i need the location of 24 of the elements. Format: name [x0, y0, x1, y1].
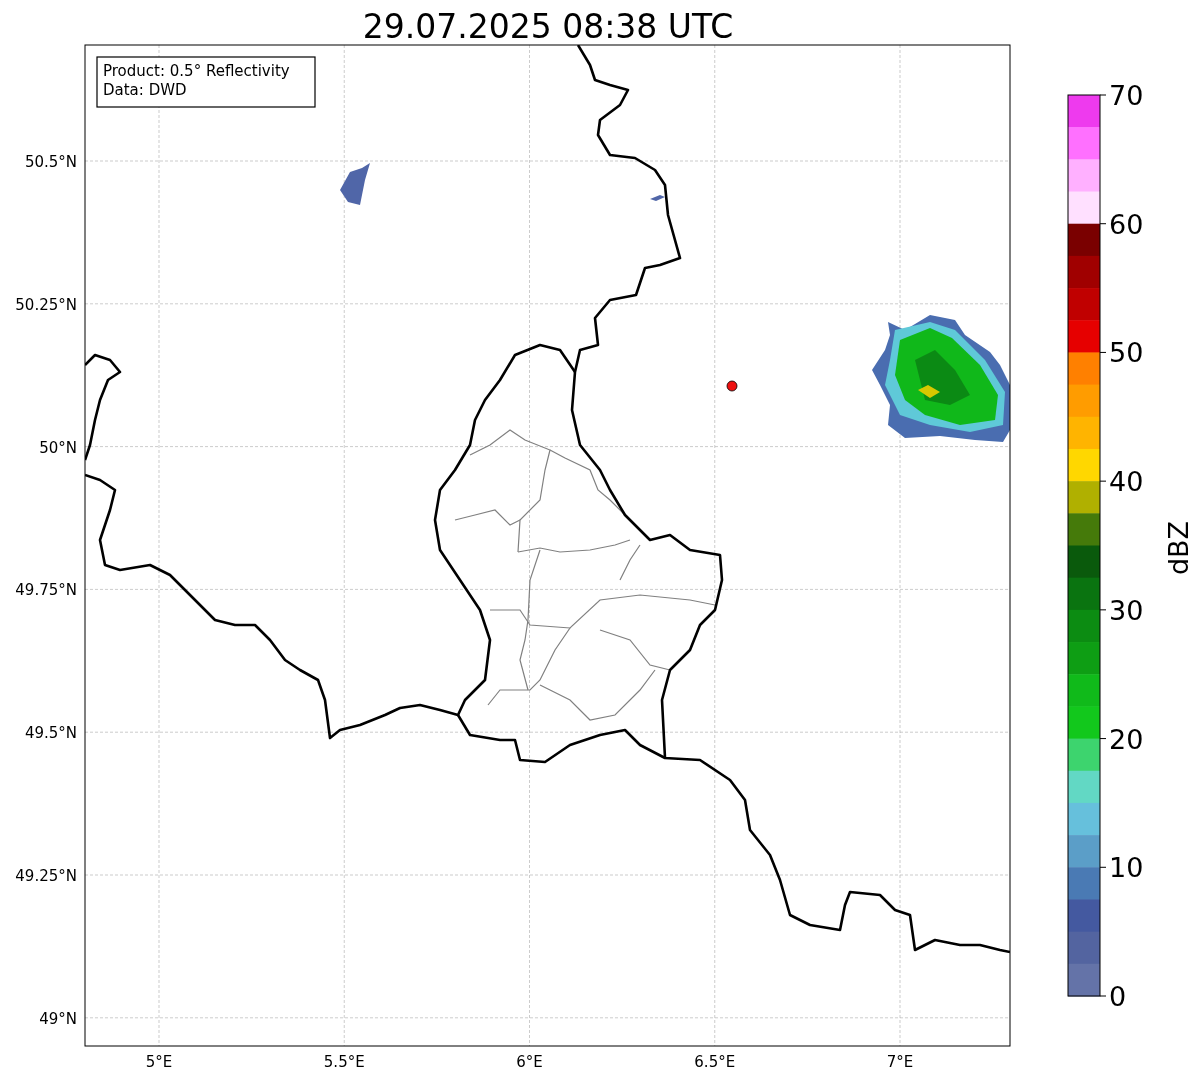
longitude-label: 5°E: [145, 1053, 173, 1071]
colorbar-tick-label: 0: [1109, 981, 1127, 1012]
colorbar-tick-label: 10: [1109, 852, 1144, 884]
longitude-label: 7°E: [886, 1053, 914, 1071]
latitude-label: 49.5°N: [24, 724, 77, 743]
latitude-label: 50.5°N: [24, 153, 77, 171]
colorbar-tick-label: 40: [1109, 466, 1144, 498]
latitude-label: 49.75°N: [15, 581, 77, 600]
latitude-label: 50.25°N: [15, 295, 77, 314]
legend-text: Product: 0.5° Reflectivity: [103, 62, 290, 80]
longitude-label: 6°E: [516, 1053, 543, 1071]
legend-text: Data: DWD: [103, 81, 187, 99]
colorbar-label: dBZ: [1163, 520, 1194, 576]
latitude-label: 50°N: [39, 438, 77, 457]
latitude-label: 49°N: [39, 1009, 77, 1028]
colorbar-tick-label: 30: [1109, 594, 1144, 626]
longitude-label: 5.5°E: [323, 1053, 365, 1071]
chart-title: 29.07.2025 08:38 UTC: [362, 7, 734, 46]
colorbar-tick-label: 20: [1109, 723, 1144, 755]
colorbar-tick-label: 50: [1109, 337, 1144, 369]
longitude-label: 6.5°E: [694, 1053, 736, 1071]
colorbar-tick-label: 60: [1109, 208, 1144, 240]
latitude-label: 49.25°N: [15, 867, 77, 885]
colorbar-tick-label: 70: [1109, 80, 1144, 111]
